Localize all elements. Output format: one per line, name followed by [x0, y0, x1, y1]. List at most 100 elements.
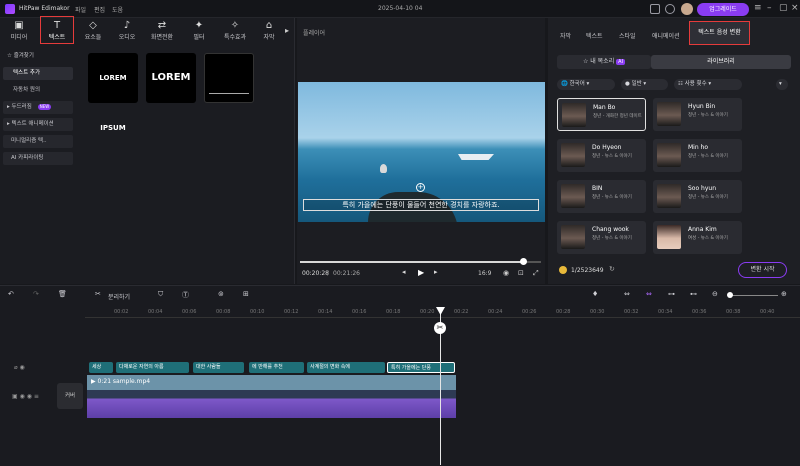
library-segment[interactable]: 라이브러리	[651, 55, 791, 69]
effects-icon: ✧	[230, 20, 240, 31]
fullscreen-icon[interactable]: ⤢	[533, 269, 539, 278]
undo-icon[interactable]: ↶	[8, 290, 14, 298]
voice-card-man-bo[interactable]: Man Bo 청년 - 개화한 청년 데이트	[557, 98, 646, 131]
convert-button[interactable]: 변환 시작	[738, 262, 787, 278]
subtitle-clip[interactable]: 대한 사람들	[193, 362, 244, 373]
subtitle-overlay[interactable]: 특히 가을에는 단풍이 물들어 천연한 경치를 자랑하죠.	[303, 199, 539, 211]
speed-icon[interactable]: ⊚	[218, 290, 224, 298]
text-tool-icon[interactable]: Ⓣ	[182, 290, 189, 300]
refresh-icon[interactable]: ↻	[609, 265, 615, 273]
tab-text-to-speech[interactable]: 텍스트 음성 변환	[689, 21, 750, 45]
tab-subtitle[interactable]: 자막	[560, 31, 571, 40]
tab-effects[interactable]: ✧ 특수효과	[218, 20, 252, 44]
tab-transition[interactable]: ⇄ 화면전환	[145, 20, 179, 44]
zoom-in-icon[interactable]: ⊕	[781, 290, 787, 298]
more-filter-icon[interactable]: ▾	[776, 79, 788, 90]
time-current: 00:20:28	[302, 270, 329, 277]
tab-animation[interactable]: 애니메이션	[652, 31, 680, 40]
delete-icon[interactable]: 🗑	[58, 290, 67, 298]
voice-card-do-hyeon[interactable]: Do Hyeon 청년 - 뉴스 & 이야기	[557, 139, 646, 172]
subtitle-clip[interactable]: 사계절의 변화 속에	[307, 362, 385, 373]
category-highlight[interactable]: ▸ 두드러짐 NEW	[3, 101, 73, 114]
category-minimal[interactable]: 미니멀리즘 텍..	[3, 135, 73, 148]
project-date: 2025-04-10 04	[378, 5, 423, 12]
redo-icon[interactable]: ↷	[33, 290, 39, 298]
feedback-icon[interactable]	[650, 4, 660, 14]
category-ai-copywriting[interactable]: AI 카피라이팅	[3, 152, 73, 165]
category-auto[interactable]: 자동차 원의	[3, 84, 73, 97]
scrubber-handle[interactable]	[520, 258, 527, 265]
subtitle-clip[interactable]: 에 반해를 추천	[249, 362, 304, 373]
subtitle-clip[interactable]: 세상	[89, 362, 113, 373]
maximize-icon[interactable]: ▢	[779, 3, 788, 13]
zoom-out-icon[interactable]: ⊖	[712, 290, 718, 298]
ruler-tick-label: 00:30	[590, 309, 605, 315]
play-icon[interactable]: ▶	[418, 268, 424, 277]
menu-file[interactable]: 파일	[75, 5, 86, 14]
text-icon: T	[53, 20, 61, 31]
preview-progress	[300, 261, 522, 263]
ruler-tick-label: 00:32	[624, 309, 639, 315]
my-voice-segment[interactable]: ☆ 내 목소리 AI	[557, 55, 651, 69]
scissor-icon[interactable]: ✂	[434, 322, 446, 334]
close-icon[interactable]: ×	[791, 3, 799, 13]
crop-icon[interactable]: ⊡	[518, 269, 524, 277]
text-template-lorem-ipsum[interactable]: LOREM IPSUM	[88, 53, 138, 132]
voice-avatar	[657, 225, 681, 249]
next-frame-icon[interactable]: ▸	[434, 268, 438, 276]
zoom-slider[interactable]	[728, 295, 778, 296]
tab-text[interactable]: T 텍스트	[40, 16, 74, 44]
minimize-icon[interactable]: –	[767, 3, 772, 13]
text-template-subtitle[interactable]	[204, 53, 254, 103]
split-label[interactable]: 분리하기	[108, 292, 130, 301]
voice-card-hyun-bin[interactable]: Hyun Bin 청년 - 뉴스 & 이야기	[653, 98, 742, 131]
language-dropdown[interactable]: 🌐 한국어 ▾	[557, 79, 615, 90]
upgrade-button[interactable]: 업그레이드	[697, 3, 749, 16]
category-text-animation[interactable]: ▸ 텍스트 애니메이션	[3, 118, 73, 131]
tab-style[interactable]: 스타일	[619, 31, 636, 40]
cover-button[interactable]: 커버	[57, 383, 83, 409]
tabs-scroll-right-icon[interactable]: ▸	[285, 26, 289, 35]
tab-filter[interactable]: ✦ 필터	[182, 20, 216, 44]
text-template-lorem[interactable]: LOREM	[146, 53, 196, 103]
category-add-text[interactable]: 텍스트 추가	[3, 67, 73, 80]
track-lock-icon[interactable]: ⌀ ◉	[14, 364, 25, 371]
mic-icon[interactable]: ♦	[592, 290, 598, 298]
snapshot-icon[interactable]: ◉	[503, 269, 509, 277]
tab-elements[interactable]: ◇ 요소들	[76, 20, 110, 44]
magnet-icon[interactable]: ⊷	[690, 290, 697, 298]
ruler-tick-label: 00:34	[658, 309, 673, 315]
aspect-ratio-select[interactable]: 16:9	[478, 270, 491, 277]
tab-media[interactable]: ▣ 미디어	[2, 20, 36, 44]
voice-card-bin[interactable]: BIN 청년 - 뉴스 & 이야기	[557, 180, 646, 213]
link-icon[interactable]: ⊶	[668, 290, 675, 298]
sort-dropdown[interactable]: ☷ 사용 횟수 ▾	[674, 79, 742, 90]
voice-card-chang-wook[interactable]: Chang wook 청년 - 뉴스 & 이야기	[557, 221, 646, 254]
menu-icon[interactable]: ≡	[754, 3, 762, 13]
split-icon[interactable]: ✂	[95, 290, 101, 298]
subtitle-clip-selected[interactable]: 특히 가을에는 단풍	[387, 362, 455, 373]
category-favorites[interactable]: ☆ 즐겨찾기	[3, 50, 73, 63]
menu-help[interactable]: 도움	[112, 5, 123, 14]
avatar[interactable]	[681, 3, 693, 15]
tab-audio[interactable]: ♪ 오디오	[110, 20, 144, 44]
notification-icon[interactable]	[665, 4, 675, 14]
shield-icon[interactable]: ⛉	[158, 290, 163, 299]
tab-text-props[interactable]: 텍스트	[586, 31, 603, 40]
audio-icon: ♪	[123, 20, 131, 31]
prev-frame-icon[interactable]: ◂	[402, 268, 406, 276]
fit-icon[interactable]: ⇔	[624, 290, 630, 298]
category-dropdown[interactable]: ● 일반 ▾	[621, 79, 668, 90]
tab-caption[interactable]: ⌂ 자막	[252, 20, 286, 44]
voice-card-soo-hyun[interactable]: Soo hyun 청년 - 뉴스 & 이야기	[653, 180, 742, 213]
menu-edit[interactable]: 편집	[94, 5, 105, 14]
voice-card-anna-kim[interactable]: Anna Kim 여성 - 뉴스 & 이야기	[653, 221, 742, 254]
track-controls-icon[interactable]: ▣ ◉ ◉ ≡	[12, 393, 39, 400]
subtitle-clip[interactable]: 다채로운 자연의 아름	[116, 362, 189, 373]
voice-card-min-ho[interactable]: Min ho 청년 - 뉴스 & 이야기	[653, 139, 742, 172]
snap-icon[interactable]: ⇔	[646, 290, 652, 298]
credit-coin-icon	[559, 266, 567, 274]
export-frame-icon[interactable]: ⊞	[243, 290, 249, 298]
zoom-slider-handle[interactable]	[727, 292, 733, 298]
add-subtitle-icon[interactable]: +	[416, 183, 425, 192]
